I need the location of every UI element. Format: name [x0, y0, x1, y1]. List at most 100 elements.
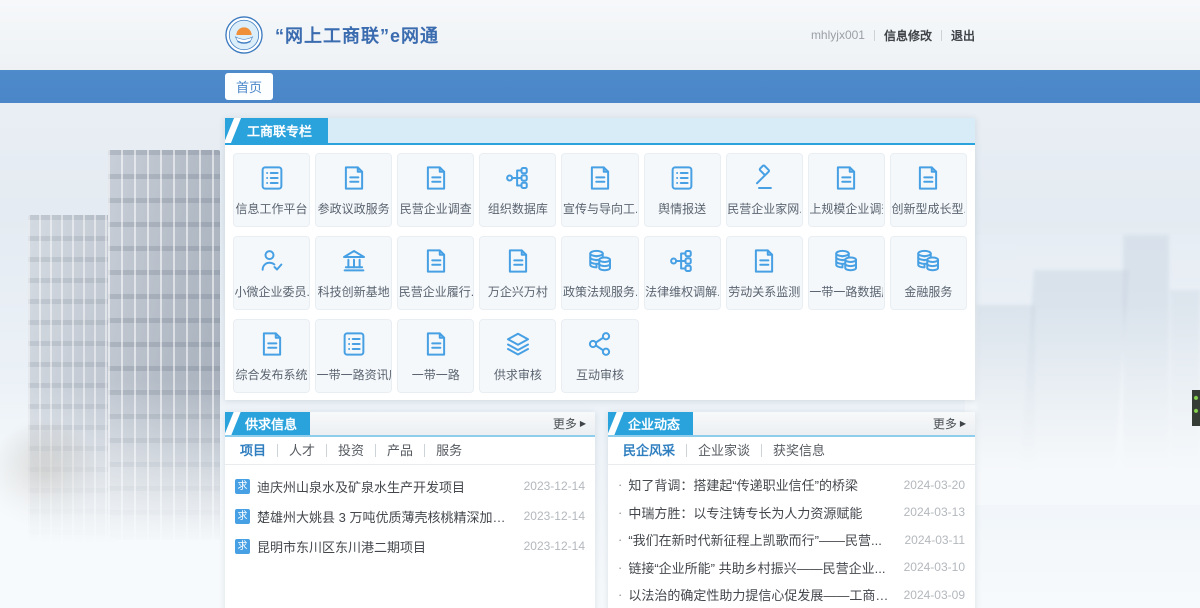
tab-item[interactable]: 投资 [327, 444, 376, 457]
app-item-label: 组织数据库 [488, 200, 548, 217]
app-item-label: 法律维权调解... [645, 283, 719, 300]
list-item-title: 知了背调：搭建起“传递职业信任”的桥梁 [628, 475, 893, 494]
username: mhlyjx001 [811, 28, 865, 42]
app-item-label: 一带一路资讯库 [317, 366, 391, 383]
more-label: 更多 [933, 415, 957, 432]
list-item[interactable]: ·链接“企业所能” 共助乡村振兴——民营企业...2024-03-10 [618, 554, 965, 582]
app-item[interactable]: 舆情报送 [644, 153, 721, 227]
app-item[interactable]: 劳动关系监测 [726, 236, 803, 310]
doc-icon [913, 163, 943, 193]
supply-demand-title: 供求信息 [225, 412, 310, 435]
app-item[interactable]: 综合发布系统 [233, 319, 310, 393]
supply-list: 求迪庆州山泉水及矿泉水生产开发项目2023-12-14求楚雄州大姚县 3 万吨优… [225, 465, 595, 561]
divider [941, 30, 942, 41]
more-arrow-icon: ▶ [960, 419, 966, 428]
app-item[interactable]: 参政议政服务 [315, 153, 392, 227]
share-icon [585, 329, 615, 359]
bottom-panels: 供求信息 更多 ▶ 项目人才投资产品服务 求迪庆州山泉水及矿泉水生产开发项目20… [225, 412, 975, 608]
list-item-date: 2023-12-14 [524, 539, 585, 553]
list-item[interactable]: 求楚雄州大姚县 3 万吨优质薄壳核桃精深加工及科...2023-12-14 [235, 501, 585, 531]
app-item-label: 万企兴万村 [488, 283, 548, 300]
orgchart-icon [667, 246, 697, 276]
list-item[interactable]: · 以法治的确定性助力提信心促发展——工商联... 2024-03-09 [618, 581, 965, 608]
bullet-icon: · [618, 587, 622, 602]
doc-icon [421, 163, 451, 193]
more-arrow-icon: ▶ [580, 419, 586, 428]
app-grid: 信息工作平台参政议政服务民营企业调查组织数据库宣传与导向工...舆情报送民营企业… [225, 145, 975, 400]
main-navbar: 首页 [0, 70, 1200, 103]
list-item[interactable]: ·中瑞方胜：以专注铸专长为人力资源赋能2024-03-13 [618, 499, 965, 527]
app-item-label: 一带一路数据库 [809, 283, 883, 300]
tab-item[interactable]: 产品 [376, 444, 425, 457]
app-item[interactable]: 万企兴万村 [479, 236, 556, 310]
database-icon [585, 246, 615, 276]
site-header: “网上工商联”e网通 mhlyjx001 信息修改 退出 [0, 0, 1200, 70]
app-item[interactable]: 政策法规服务... [561, 236, 638, 310]
app-item[interactable]: 信息工作平台 [233, 153, 310, 227]
list-item-date: 2024-03-09 [904, 588, 965, 602]
database-icon [913, 246, 943, 276]
list-item-title: 中瑞方胜：以专注铸专长为人力资源赋能 [628, 503, 893, 522]
layers-icon [503, 329, 533, 359]
supply-more-link[interactable]: 更多 ▶ [553, 412, 595, 435]
list-item-title: 链接“企业所能” 共助乡村振兴——民营企业... [628, 558, 893, 577]
list-item[interactable]: ·“我们在新时代新征程上凯歌而行”——民营...2024-03-11 [618, 526, 965, 554]
enterprise-news-title: 企业动态 [608, 412, 693, 435]
app-item-label: 民营企业家网... [727, 200, 801, 217]
list-item[interactable]: 求迪庆州山泉水及矿泉水生产开发项目2023-12-14 [235, 471, 585, 501]
app-item-label: 综合发布系统 [236, 366, 308, 383]
app-item[interactable]: 一带一路资讯库 [315, 319, 392, 393]
site-title: “网上工商联”e网通 [275, 22, 439, 48]
user-area: mhlyjx001 信息修改 退出 [811, 27, 975, 44]
demand-badge: 求 [235, 509, 250, 524]
edit-info-link[interactable]: 信息修改 [884, 27, 932, 44]
list-icon [257, 163, 287, 193]
doc-icon [421, 246, 451, 276]
tab-item[interactable]: 企业家谈 [687, 444, 762, 457]
federation-column-title: 工商联专栏 [225, 118, 328, 143]
app-item[interactable]: 民营企业履行... [397, 236, 474, 310]
list-item[interactable]: 求昆明市东川区东川港二期项目2023-12-14 [235, 531, 585, 561]
tab-item[interactable]: 获奖信息 [762, 444, 836, 457]
doc-icon [585, 163, 615, 193]
doc-icon [421, 329, 451, 359]
app-item[interactable]: 民营企业调查 [397, 153, 474, 227]
app-item[interactable]: 金融服务 [890, 236, 967, 310]
app-item[interactable]: 供求审核 [479, 319, 556, 393]
app-item-label: 宣传与导向工... [563, 200, 637, 217]
list-item-title: “我们在新时代新征程上凯歌而行”——民营... [628, 530, 894, 549]
app-item[interactable]: 互动审核 [561, 319, 638, 393]
app-item-label: 舆情报送 [658, 200, 706, 217]
app-item-label: 民营企业履行... [399, 283, 473, 300]
app-item[interactable]: 一带一路 [397, 319, 474, 393]
app-item[interactable]: 组织数据库 [479, 153, 556, 227]
demand-badge: 求 [235, 479, 250, 494]
tab-item[interactable]: 项目 [229, 444, 278, 457]
doc-icon [339, 163, 369, 193]
app-item[interactable]: 科技创新基地 [315, 236, 392, 310]
doc-icon [503, 246, 533, 276]
site-logo-icon [225, 16, 263, 54]
list-item-title: 楚雄州大姚县 3 万吨优质薄壳核桃精深加工及科... [257, 507, 514, 526]
demand-badge: 求 [235, 539, 250, 554]
enterprise-more-link[interactable]: 更多 ▶ [933, 412, 975, 435]
tab-item[interactable]: 人才 [278, 444, 327, 457]
person-check-icon [257, 246, 287, 276]
app-item[interactable]: 法律维权调解... [644, 236, 721, 310]
nav-home-tab[interactable]: 首页 [225, 73, 273, 100]
app-item[interactable]: 宣传与导向工... [561, 153, 638, 227]
app-item[interactable]: 创新型成长型... [890, 153, 967, 227]
tab-item[interactable]: 服务 [425, 444, 473, 457]
list-item-date: 2024-03-10 [904, 560, 965, 574]
logout-link[interactable]: 退出 [951, 27, 975, 44]
app-item[interactable]: 小微企业委员... [233, 236, 310, 310]
list-item-title: 以法治的确定性助力提信心促发展——工商联... [628, 585, 893, 604]
more-label: 更多 [553, 415, 577, 432]
app-item-label: 科技创新基地 [318, 283, 390, 300]
bullet-icon: · [618, 477, 622, 492]
app-item[interactable]: 一带一路数据库 [808, 236, 885, 310]
app-item[interactable]: 民营企业家网... [726, 153, 803, 227]
tab-item[interactable]: 民企风采 [612, 444, 687, 457]
app-item[interactable]: 上规模企业调查 [808, 153, 885, 227]
list-item[interactable]: ·知了背调：搭建起“传递职业信任”的桥梁2024-03-20 [618, 471, 965, 499]
